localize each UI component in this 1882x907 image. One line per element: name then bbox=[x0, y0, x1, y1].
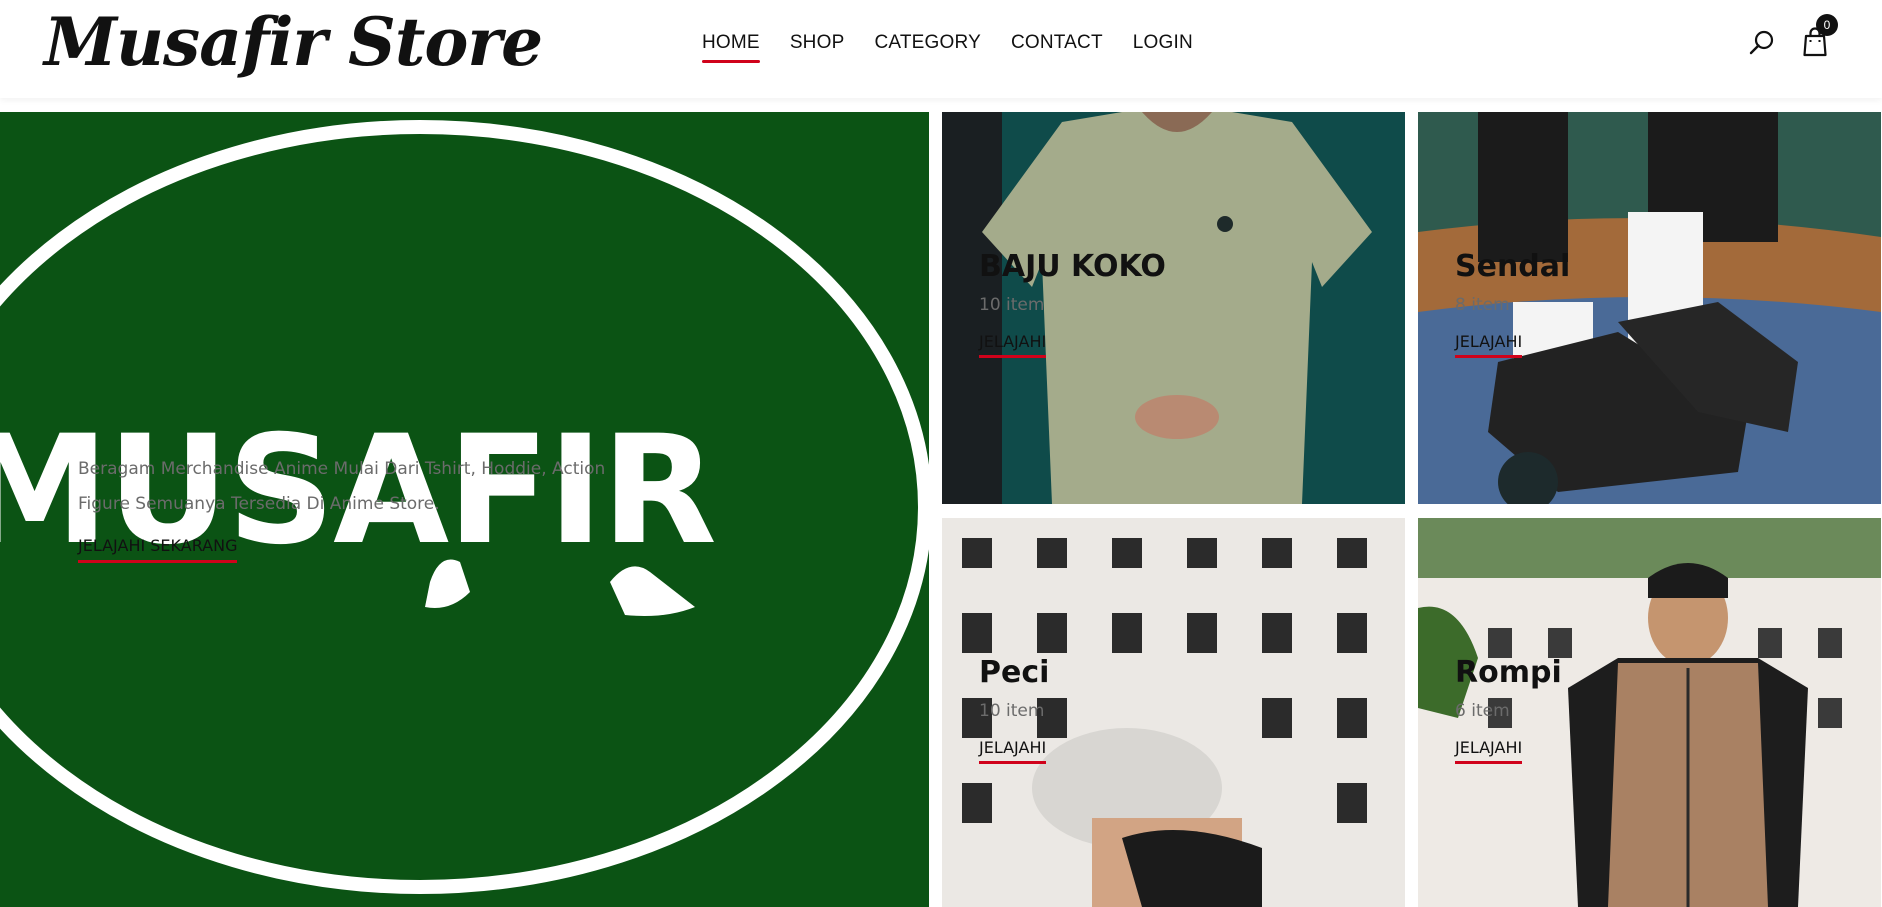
nav-contact[interactable]: CONTACT bbox=[1011, 32, 1103, 63]
site-header: Musafir Store HOME SHOP CATEGORY CONTACT… bbox=[0, 0, 1882, 98]
category-explore-link[interactable]: JELAJAHI bbox=[979, 332, 1047, 358]
hero-cta-link[interactable]: JELAJAHI SEKARANG bbox=[78, 536, 238, 563]
category-name: Peci bbox=[979, 655, 1050, 690]
nav-login[interactable]: LOGIN bbox=[1133, 32, 1193, 63]
category-tile-sendal[interactable]: Sendal 8 item JELAJAHI bbox=[1418, 112, 1881, 504]
nav-shop[interactable]: SHOP bbox=[790, 32, 845, 63]
category-name: Rompi bbox=[1455, 655, 1562, 690]
category-count: 10 item bbox=[979, 295, 1045, 315]
category-name: BAJU KOKO bbox=[979, 249, 1166, 284]
category-count: 10 item bbox=[979, 701, 1045, 721]
search-icon[interactable] bbox=[1747, 28, 1777, 58]
category-explore-link[interactable]: JELAJAHI bbox=[1455, 738, 1523, 764]
nav-home[interactable]: HOME bbox=[702, 32, 760, 63]
hero-banner: MUSAFIR Beragam Merchandise Anime Mulai … bbox=[0, 112, 929, 907]
hero-text-block: Beragam Merchandise Anime Mulai Dari Tsh… bbox=[78, 452, 638, 563]
site-logo[interactable]: Musafir Store bbox=[44, 0, 543, 84]
hero-description: Beragam Merchandise Anime Mulai Dari Tsh… bbox=[78, 459, 606, 514]
tile-content: BAJU KOKO 10 item JELAJAHI bbox=[979, 248, 1166, 358]
category-name: Sendal bbox=[1455, 249, 1571, 284]
tile-content: Rompi 6 item JELAJAHI bbox=[1455, 654, 1562, 764]
category-explore-link[interactable]: JELAJAHI bbox=[979, 738, 1047, 764]
category-tile-rompi[interactable]: Rompi 6 item JELAJAHI bbox=[1418, 518, 1881, 907]
category-count: 6 item bbox=[1455, 701, 1510, 721]
category-explore-link[interactable]: JELAJAHI bbox=[1455, 332, 1523, 358]
tile-content: Sendal 8 item JELAJAHI bbox=[1455, 248, 1570, 358]
tile-content: Peci 10 item JELAJAHI bbox=[979, 654, 1049, 764]
nav-category[interactable]: CATEGORY bbox=[874, 32, 980, 63]
category-tile-baju-koko[interactable]: BAJU KOKO 10 item JELAJAHI bbox=[942, 112, 1405, 504]
category-tile-peci[interactable]: Peci 10 item JELAJAHI bbox=[942, 518, 1405, 907]
category-count: 8 item bbox=[1455, 295, 1510, 315]
main-nav: HOME SHOP CATEGORY CONTACT LOGIN bbox=[702, 32, 1223, 63]
cart-count-badge: 0 bbox=[1816, 14, 1838, 36]
